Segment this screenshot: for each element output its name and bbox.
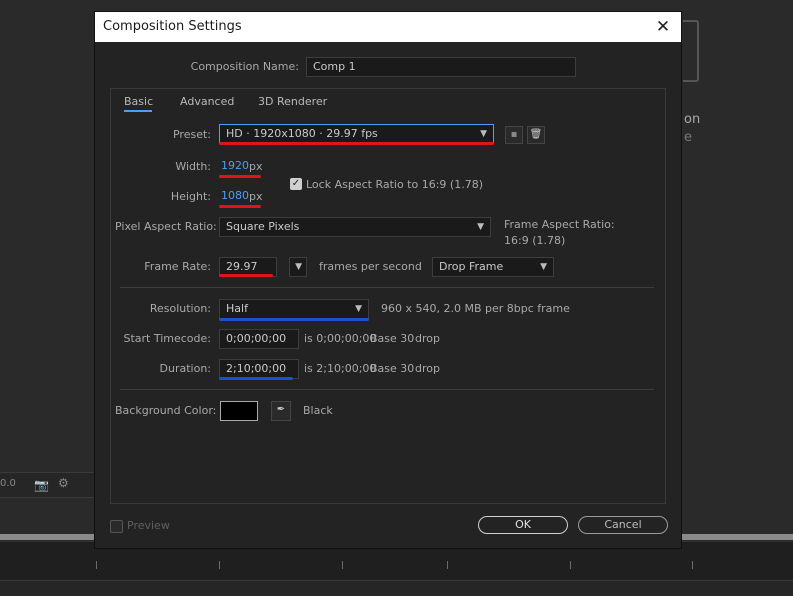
chevron-down-icon: ▼ xyxy=(540,262,547,272)
blue-annotation-underline xyxy=(219,318,369,321)
background-color-name: Black xyxy=(303,404,333,417)
duration-is: is 2;10;00;00 xyxy=(304,362,377,375)
background-color-label: Background Color: xyxy=(115,404,217,417)
red-annotation-underline xyxy=(219,205,261,208)
frame-aspect-value: 16:9 (1.78) xyxy=(504,234,566,247)
lock-aspect-checkbox[interactable]: ✓ xyxy=(290,178,302,190)
cancel-button[interactable]: Cancel xyxy=(578,516,668,534)
background-text: e xyxy=(684,130,692,145)
preview-checkbox[interactable] xyxy=(110,520,123,533)
duration-base: Base 30 xyxy=(370,362,415,375)
show-snapshot-icon[interactable]: ⚙ xyxy=(58,476,69,490)
red-annotation-underline xyxy=(219,274,273,277)
start-timecode-label: Start Timecode: xyxy=(123,332,211,345)
dialog-titlebar[interactable]: Composition Settings ✕ xyxy=(95,12,681,42)
frame-rate-label: Frame Rate: xyxy=(144,260,211,273)
chevron-down-icon: ▼ xyxy=(355,304,362,314)
drop-frame-value: Drop Frame xyxy=(439,260,504,273)
frames-per-second-label: frames per second xyxy=(319,260,422,273)
composition-name-input[interactable]: Comp 1 xyxy=(306,57,576,77)
start-timecode-is: is 0;00;00;00 xyxy=(304,332,377,345)
timeline-tick xyxy=(447,561,448,569)
background-panel-frame xyxy=(683,20,699,82)
pixel-aspect-value: Square Pixels xyxy=(226,220,300,233)
height-label: Height: xyxy=(170,190,211,203)
tab-basic[interactable]: Basic xyxy=(124,95,153,108)
preset-value: HD · 1920x1080 · 29.97 fps xyxy=(226,127,378,140)
red-annotation-underline xyxy=(219,142,494,145)
eyedropper-icon[interactable]: ✒ xyxy=(271,401,291,421)
background-text: on xyxy=(684,112,701,127)
separator xyxy=(120,287,654,288)
timeline-tick xyxy=(96,561,97,569)
resolution-dropdown[interactable]: Half ▼ xyxy=(219,299,369,319)
width-label: Width: xyxy=(175,160,211,173)
camera-icon[interactable]: 📷 xyxy=(34,478,49,492)
chevron-down-icon: ▼ xyxy=(480,129,487,139)
background-color-swatch[interactable] xyxy=(220,401,258,421)
width-value[interactable]: 1920 xyxy=(221,159,249,172)
timeline-tick xyxy=(219,561,220,569)
height-value[interactable]: 1080 xyxy=(221,189,249,202)
blue-annotation-underline xyxy=(219,377,293,380)
chevron-down-icon: ▼ xyxy=(477,222,484,232)
background-zoom-value: 0.0 xyxy=(0,478,16,489)
active-tab-indicator xyxy=(124,110,152,112)
trash-icon[interactable]: 🗑 xyxy=(527,126,545,144)
dialog-title: Composition Settings xyxy=(103,19,242,34)
pixel-aspect-label: Pixel Aspect Ratio: xyxy=(115,220,217,233)
duration-drop: drop xyxy=(415,362,440,375)
settings-panel xyxy=(110,88,666,504)
width-unit: px xyxy=(249,160,263,173)
ok-button[interactable]: OK xyxy=(478,516,568,534)
timeline-tick xyxy=(342,561,343,569)
save-preset-icon[interactable]: ▪ xyxy=(505,126,523,144)
timeline-tick xyxy=(692,561,693,569)
composition-name-label: Composition Name: xyxy=(190,60,299,73)
drop-frame-dropdown[interactable]: Drop Frame ▼ xyxy=(432,257,554,277)
resolution-label: Resolution: xyxy=(149,302,211,315)
frame-rate-dropdown[interactable]: ▼ xyxy=(289,257,307,277)
preview-label: Preview xyxy=(127,519,170,532)
frame-aspect-label: Frame Aspect Ratio: xyxy=(504,218,615,231)
timeline-tick xyxy=(570,561,571,569)
red-annotation-underline xyxy=(219,175,261,178)
chevron-down-icon: ▼ xyxy=(295,262,302,272)
tab-advanced[interactable]: Advanced xyxy=(180,95,234,108)
resolution-info: 960 x 540, 2.0 MB per 8bpc frame xyxy=(381,302,570,315)
duration-input[interactable]: 2;10;00;00 xyxy=(219,359,299,379)
start-timecode-input[interactable]: 0;00;00;00 xyxy=(219,329,299,349)
resolution-value: Half xyxy=(226,302,248,315)
start-timecode-drop: drop xyxy=(415,332,440,345)
height-unit: px xyxy=(249,190,263,203)
lock-aspect-label: Lock Aspect Ratio to 16:9 (1.78) xyxy=(306,178,483,191)
close-icon[interactable]: ✕ xyxy=(651,15,675,39)
composition-settings-dialog: Composition Settings ✕ Composition Name:… xyxy=(94,11,682,549)
preset-label: Preset: xyxy=(172,128,211,141)
separator xyxy=(120,389,654,390)
duration-label: Duration: xyxy=(159,362,211,375)
tab-3d-renderer[interactable]: 3D Renderer xyxy=(258,95,327,108)
pixel-aspect-dropdown[interactable]: Square Pixels ▼ xyxy=(219,217,491,237)
background-status-bar xyxy=(0,580,793,596)
start-timecode-base: Base 30 xyxy=(370,332,415,345)
preset-dropdown[interactable]: HD · 1920x1080 · 29.97 fps ▼ xyxy=(219,124,494,144)
